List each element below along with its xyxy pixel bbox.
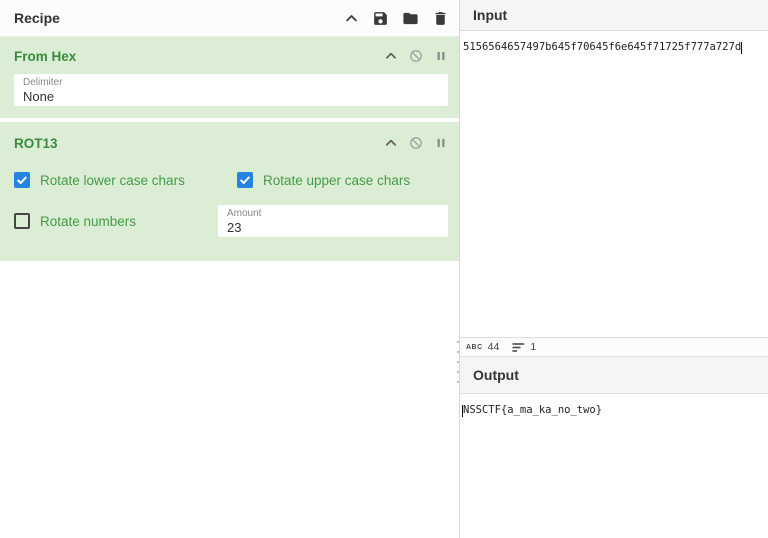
- operation-header: ROT13: [14, 133, 448, 153]
- input-caret: [741, 42, 742, 54]
- checkbox-box[interactable]: [14, 172, 30, 188]
- line-count-icon: [512, 342, 525, 353]
- operation-title: ROT13: [14, 136, 384, 151]
- character-count-icon: ABC: [466, 344, 483, 351]
- arg-value: 23: [227, 220, 439, 235]
- operation-controls: [384, 136, 448, 150]
- character-count-value: 44: [488, 341, 500, 353]
- checkmark-icon: [16, 174, 28, 186]
- disable-icon[interactable]: [409, 49, 423, 63]
- operation-rot13[interactable]: ROT13: [0, 122, 459, 261]
- output-textarea[interactable]: NSSCTF{a_ma_ka_no_two}: [460, 394, 768, 538]
- input-status-bar: ABC 44 1: [460, 337, 768, 356]
- trash-icon[interactable]: [432, 10, 449, 27]
- checkbox-label: Rotate upper case chars: [263, 173, 410, 188]
- checkbox-rotate-lower-case[interactable]: Rotate lower case chars: [14, 172, 237, 188]
- operation-controls: [384, 49, 448, 63]
- arg-value: None: [23, 89, 439, 104]
- checkbox-box[interactable]: [237, 172, 253, 188]
- operation-title: From Hex: [14, 49, 384, 64]
- output-text: NSSCTF{a_ma_ka_no_two}: [463, 404, 602, 416]
- recipe-header: Recipe: [0, 0, 459, 37]
- checkbox-box[interactable]: [14, 213, 30, 229]
- delimiter-select[interactable]: Delimiter None: [14, 74, 448, 106]
- recipe-list: From Hex Delimiter: [0, 37, 459, 538]
- input-textarea[interactable]: 5156564657497b645f70645f6e645f71725f777a…: [460, 31, 768, 337]
- input-text: 5156564657497b645f70645f6e645f71725f777a…: [463, 41, 741, 53]
- input-header: Input: [460, 0, 768, 31]
- recipe-controls: [344, 10, 449, 27]
- chevron-up-icon[interactable]: [384, 136, 398, 150]
- checkmark-icon: [239, 174, 251, 186]
- output-header: Output: [460, 356, 768, 394]
- chevron-up-icon[interactable]: [344, 11, 359, 26]
- operation-header: From Hex: [14, 46, 448, 66]
- checkbox-rotate-upper-case[interactable]: Rotate upper case chars: [237, 172, 410, 188]
- line-count-value: 1: [530, 341, 536, 353]
- cyberchef-app: Recipe From Hex: [0, 0, 768, 538]
- arg-label: Delimiter: [23, 77, 439, 89]
- recipe-panel: Recipe From Hex: [0, 0, 460, 538]
- save-icon[interactable]: [372, 10, 389, 27]
- recipe-title: Recipe: [14, 10, 344, 26]
- rot13-options-row-2: Rotate numbers Amount 23: [14, 205, 448, 237]
- checkbox-label: Rotate lower case chars: [40, 173, 185, 188]
- panel-splitter-handle[interactable]: [455, 341, 461, 391]
- operation-from-hex[interactable]: From Hex Delimiter: [0, 37, 459, 118]
- input-title: Input: [473, 7, 507, 23]
- disable-icon[interactable]: [409, 136, 423, 150]
- breakpoint-icon[interactable]: [434, 136, 448, 150]
- rot13-options-row-1: Rotate lower case chars Rotate upper cas…: [14, 171, 448, 189]
- amount-input[interactable]: Amount 23: [218, 205, 448, 237]
- io-panel: Input 5156564657497b645f70645f6e645f7172…: [460, 0, 768, 538]
- breakpoint-icon[interactable]: [434, 49, 448, 63]
- checkbox-rotate-numbers[interactable]: Rotate numbers: [14, 213, 218, 229]
- folder-icon[interactable]: [402, 10, 419, 27]
- chevron-up-icon[interactable]: [384, 49, 398, 63]
- arg-label: Amount: [227, 208, 439, 220]
- output-title: Output: [473, 367, 519, 383]
- checkbox-label: Rotate numbers: [40, 214, 136, 229]
